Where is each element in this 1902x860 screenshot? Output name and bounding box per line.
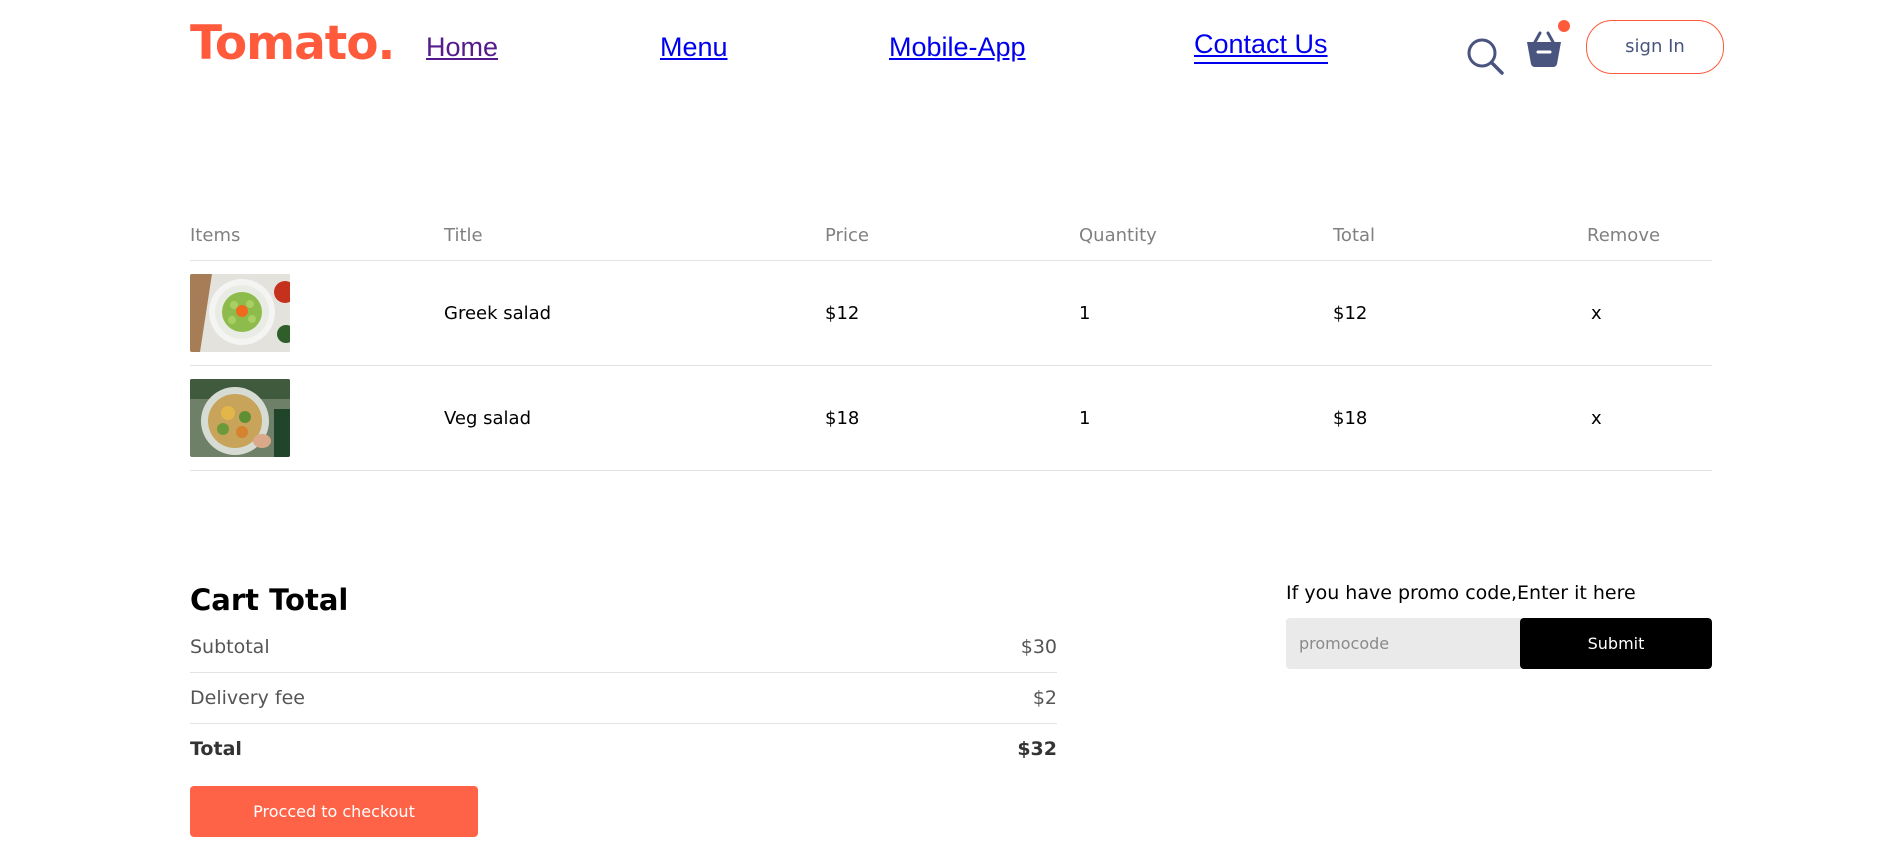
item-title: Greek salad: [444, 302, 552, 324]
delivery-fee-value: $2: [1032, 687, 1057, 709]
delivery-fee-row: Delivery fee $2: [190, 673, 1057, 723]
promo-submit-button[interactable]: Submit: [1520, 618, 1712, 669]
promo-code-section: If you have promo code,Enter it here Sub…: [1286, 580, 1712, 669]
promo-input-group: Submit: [1286, 618, 1712, 669]
header-quantity: Quantity: [1079, 224, 1157, 246]
divider: [190, 470, 1712, 471]
remove-item-button[interactable]: x: [1587, 408, 1712, 429]
promo-code-input[interactable]: [1286, 618, 1520, 669]
remove-item-button[interactable]: x: [1587, 303, 1712, 324]
item-total: $18: [1333, 407, 1368, 429]
nav-link-menu[interactable]: Menu: [660, 30, 728, 64]
subtotal-row: Subtotal $30: [190, 622, 1057, 672]
nav-link-home[interactable]: Home: [426, 30, 498, 64]
item-total: $12: [1333, 302, 1368, 324]
basket-icon[interactable]: [1523, 28, 1565, 70]
food-image-veg-salad: [190, 379, 290, 457]
delivery-fee-label: Delivery fee: [190, 687, 305, 709]
header-total: Total: [1333, 224, 1376, 246]
item-quantity: 1: [1079, 302, 1091, 324]
header-remove: Remove: [1587, 224, 1661, 246]
header-title: Title: [444, 224, 483, 246]
item-quantity: 1: [1079, 407, 1091, 429]
total-row: Total $32: [190, 724, 1057, 774]
table-row: Veg salad $18 1 $18 x: [190, 366, 1712, 470]
item-price: $12: [825, 302, 860, 324]
header-items: Items: [190, 224, 241, 246]
food-image-greek-salad: [190, 274, 290, 352]
header-price: Price: [825, 224, 869, 246]
nav-link-contact-us[interactable]: Contact Us: [1194, 27, 1328, 64]
subtotal-label: Subtotal: [190, 636, 270, 658]
table-row: Greek salad $12 1 $12 x: [190, 261, 1712, 365]
cart-total-heading: Cart Total: [190, 583, 349, 617]
sign-in-button[interactable]: sign In: [1586, 20, 1724, 74]
promo-prompt: If you have promo code,Enter it here: [1286, 582, 1636, 604]
logo[interactable]: Tomato.: [190, 14, 395, 74]
total-label: Total: [190, 738, 242, 760]
checkout-button[interactable]: Procced to checkout: [190, 786, 478, 837]
navbar: Tomato. Home Menu Mobile-App Contact Us …: [190, 0, 1724, 100]
total-value: $32: [1017, 738, 1057, 760]
search-icon[interactable]: [1465, 36, 1505, 76]
cart-total-section: Cart Total Subtotal $30 Delivery fee $2 …: [190, 578, 1057, 837]
cart-notification-dot: [1558, 20, 1570, 32]
item-title: Veg salad: [444, 407, 532, 429]
item-price: $18: [825, 407, 860, 429]
cart-items-table: Items Title Price Quantity Total Remove: [190, 210, 1712, 471]
cart-page: Tomato. Home Menu Mobile-App Contact Us …: [0, 0, 1902, 860]
nav-link-mobile-app[interactable]: Mobile-App: [889, 30, 1026, 64]
subtotal-value: $30: [1020, 636, 1057, 658]
cart-table-header: Items Title Price Quantity Total Remove: [190, 210, 1712, 260]
